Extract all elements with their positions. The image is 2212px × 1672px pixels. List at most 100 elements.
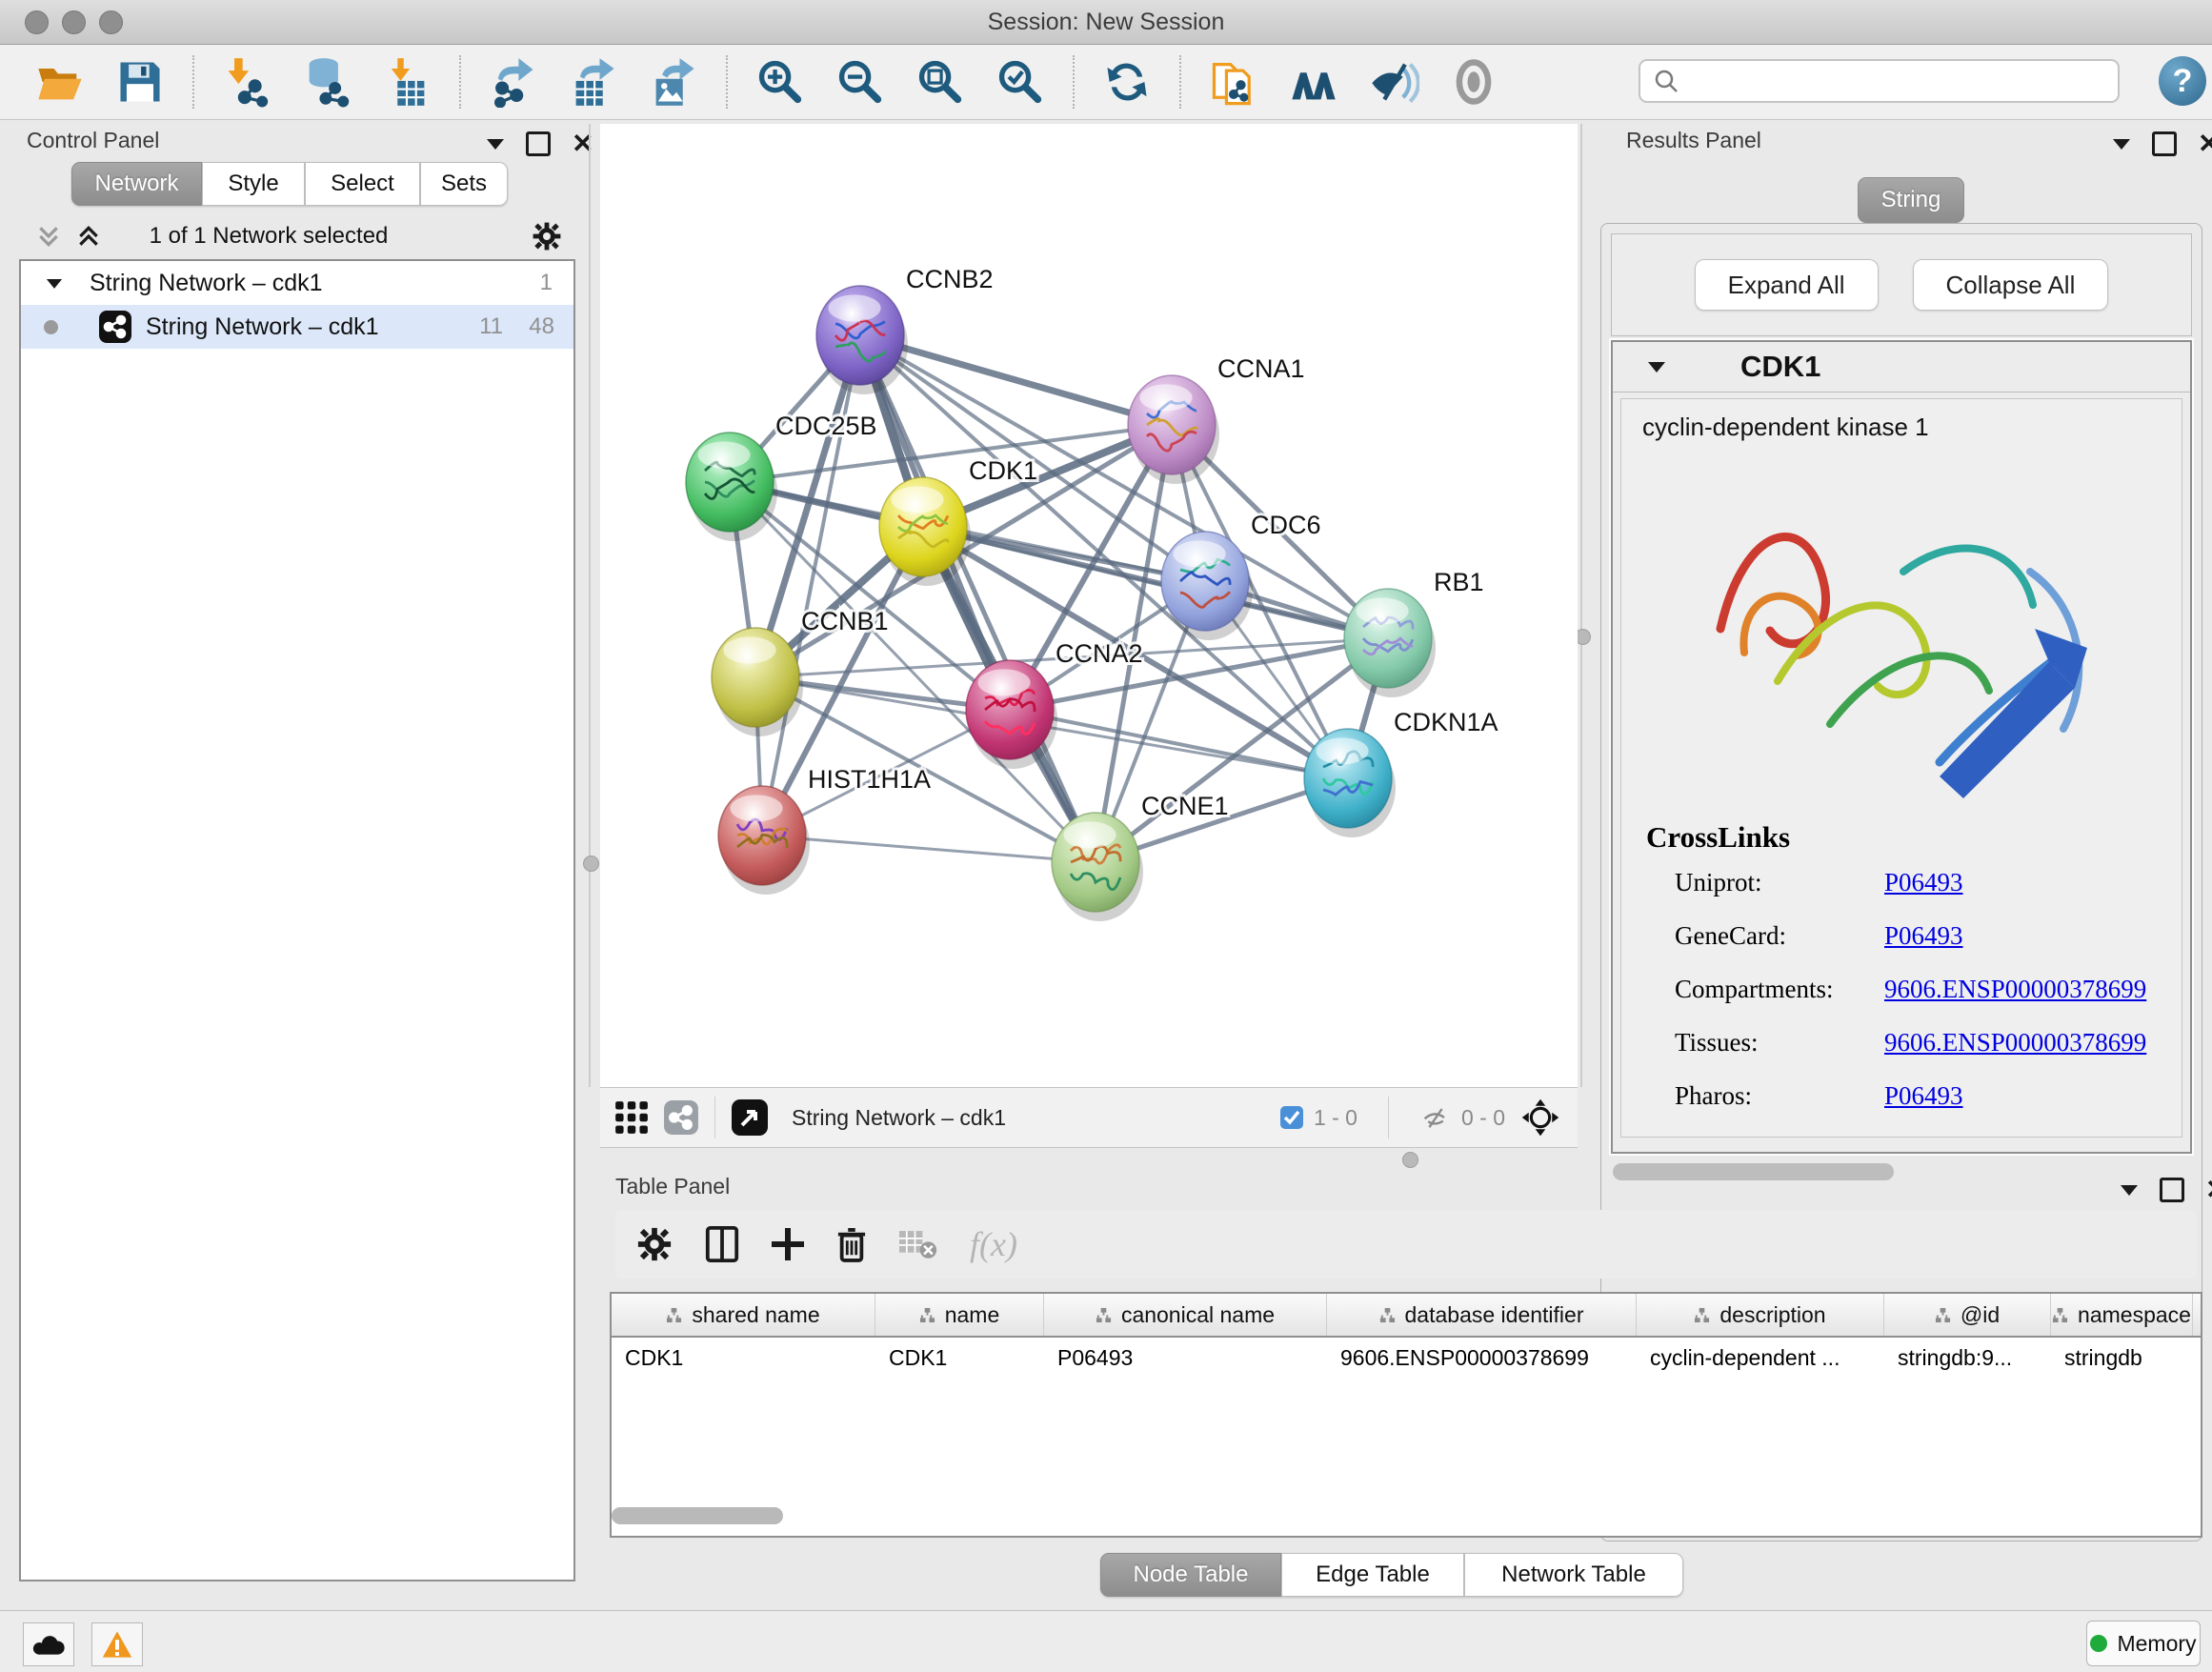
memory-button[interactable]: Memory bbox=[2086, 1621, 2201, 1666]
table-cell[interactable]: CDK1 bbox=[875, 1338, 1044, 1378]
tab-network-table[interactable]: Network Table bbox=[1464, 1553, 1683, 1597]
collapse-all-button[interactable]: Collapse All bbox=[1913, 259, 2109, 311]
network-canvas[interactable]: CCNB2CCNA1CDC25BCDK1CDC6RB1CCNB1CCNA2CDK… bbox=[600, 124, 1578, 1087]
crosslink-link[interactable]: P06493 bbox=[1884, 868, 1963, 897]
tree-expand-icon[interactable] bbox=[46, 277, 63, 290]
table-row[interactable]: CDK1CDK1P064939606.ENSP00000378699cyclin… bbox=[612, 1338, 2201, 1378]
import-network-icon[interactable] bbox=[219, 54, 274, 110]
crosslink-link[interactable]: P06493 bbox=[1884, 1081, 1963, 1111]
node-cdkn1a[interactable]: CDKN1A bbox=[1304, 708, 1498, 837]
detach-view-icon[interactable] bbox=[731, 1098, 769, 1137]
column-header-@id[interactable]: @id bbox=[1884, 1294, 2051, 1336]
toolbar-separator bbox=[1179, 55, 1181, 109]
zoom-in-icon[interactable] bbox=[753, 54, 808, 110]
results-tab-string[interactable]: String bbox=[1858, 177, 1964, 223]
table-cell[interactable]: stringdb:9... bbox=[1884, 1338, 2051, 1378]
tab-sets[interactable]: Sets bbox=[420, 162, 508, 206]
section-collapse-icon[interactable] bbox=[1647, 360, 1666, 373]
protein-structure-image bbox=[1654, 457, 2149, 810]
clone-network-icon[interactable] bbox=[1206, 54, 1261, 110]
fit-selection-crosshair-icon[interactable] bbox=[1520, 1098, 1560, 1138]
table-cell[interactable]: cyclin-dependent ... bbox=[1637, 1338, 1884, 1378]
panel-close-icon[interactable]: ✕ bbox=[2198, 134, 2212, 153]
panel-menu-icon[interactable] bbox=[2112, 137, 2131, 151]
right-splitter[interactable] bbox=[1580, 124, 1582, 1087]
protein-detail-body: cyclin-dependent kinase 1 CrossLinks bbox=[1620, 398, 2182, 1138]
edge-hist1h1a-ccne1[interactable] bbox=[762, 836, 1096, 862]
import-table-icon[interactable] bbox=[379, 54, 434, 110]
window-titlebar: Session: New Session bbox=[0, 0, 2212, 45]
show-all-icon[interactable] bbox=[1446, 54, 1501, 110]
save-session-icon[interactable] bbox=[112, 54, 168, 110]
node-hist1h1a[interactable]: HIST1H1A bbox=[718, 765, 931, 895]
global-search-field[interactable] bbox=[1639, 59, 2120, 103]
expand-all-button[interactable]: Expand All bbox=[1695, 259, 1879, 311]
open-session-icon[interactable] bbox=[32, 54, 88, 110]
tree-options-gear-icon[interactable] bbox=[532, 221, 562, 252]
crosslinks-title: CrossLinks bbox=[1646, 820, 1790, 855]
network-collection-row[interactable]: String Network – cdk1 1 bbox=[21, 261, 573, 305]
zoom-selected-icon[interactable] bbox=[993, 54, 1048, 110]
edge-ccnb2-hist1h1a[interactable] bbox=[762, 335, 860, 836]
table-options-gear-icon[interactable] bbox=[636, 1226, 673, 1262]
add-column-icon[interactable] bbox=[772, 1226, 804, 1262]
network-status-dot bbox=[44, 320, 58, 334]
left-splitter-handle[interactable] bbox=[583, 856, 599, 872]
tab-edge-table[interactable]: Edge Table bbox=[1281, 1553, 1464, 1597]
table-cell[interactable]: 9606.ENSP00000378699 bbox=[1327, 1338, 1637, 1378]
control-panel-window-icons: ✕ bbox=[486, 131, 593, 156]
search-network-icon[interactable] bbox=[1286, 54, 1341, 110]
refresh-icon[interactable] bbox=[1099, 54, 1155, 110]
tab-network[interactable]: Network bbox=[71, 162, 202, 206]
column-header-namespace[interactable]: namespace bbox=[2051, 1294, 2193, 1336]
column-header-database-identifier[interactable]: database identifier bbox=[1327, 1294, 1637, 1336]
panel-float-icon[interactable] bbox=[2160, 1178, 2184, 1202]
search-input[interactable] bbox=[1680, 68, 2084, 94]
panel-menu-icon[interactable] bbox=[486, 137, 505, 151]
cloud-status-button[interactable] bbox=[23, 1622, 74, 1666]
edge-ccna2-cdkn1a[interactable] bbox=[1010, 710, 1348, 778]
delete-column-trash-icon[interactable] bbox=[836, 1226, 867, 1262]
results-actions: Expand All Collapse All bbox=[1611, 233, 2192, 336]
tab-select[interactable]: Select bbox=[305, 162, 420, 206]
tab-style[interactable]: Style bbox=[202, 162, 305, 206]
warning-status-button[interactable] bbox=[91, 1622, 143, 1666]
network-view-icon[interactable] bbox=[663, 1099, 699, 1136]
column-header-description[interactable]: description bbox=[1637, 1294, 1884, 1336]
column-header-canonical-name[interactable]: canonical name bbox=[1044, 1294, 1327, 1336]
crosslink-row: Uniprot:P06493 bbox=[1675, 868, 1963, 897]
table-horizontal-scrollbar[interactable] bbox=[612, 1507, 783, 1524]
column-header-shared-name[interactable]: shared name bbox=[612, 1294, 875, 1336]
node-ccne1[interactable]: CCNE1 bbox=[1052, 792, 1229, 921]
zoom-fit-icon[interactable] bbox=[913, 54, 968, 110]
table-cell[interactable]: P06493 bbox=[1044, 1338, 1327, 1378]
checkbox-icon[interactable] bbox=[1279, 1105, 1304, 1130]
import-database-icon[interactable] bbox=[299, 54, 354, 110]
node-ccna1[interactable]: CCNA1 bbox=[1128, 354, 1305, 484]
column-header-name[interactable]: name bbox=[875, 1294, 1044, 1336]
panel-menu-icon[interactable] bbox=[2120, 1183, 2139, 1197]
help-icon[interactable]: ? bbox=[2159, 56, 2206, 106]
panel-float-icon[interactable] bbox=[2152, 131, 2177, 156]
left-splitter[interactable] bbox=[589, 124, 591, 1087]
protein-card-header[interactable]: CDK1 bbox=[1613, 342, 2190, 393]
panel-float-icon[interactable] bbox=[526, 131, 551, 156]
export-image-icon[interactable] bbox=[646, 54, 701, 110]
table-panel-tabs: Node TableEdge TableNetwork Table bbox=[1100, 1553, 1683, 1597]
tab-node-table[interactable]: Node Table bbox=[1100, 1553, 1281, 1597]
node-rb1[interactable]: RB1 bbox=[1344, 568, 1484, 697]
grid-view-icon[interactable] bbox=[613, 1099, 650, 1136]
export-table-icon[interactable] bbox=[566, 54, 621, 110]
node-cdc6[interactable]: CDC6 bbox=[1161, 511, 1321, 640]
hide-selected-icon[interactable] bbox=[1366, 54, 1421, 110]
crosslink-link[interactable]: 9606.ENSP00000378699 bbox=[1884, 1028, 2146, 1058]
panel-close-icon[interactable]: ✕ bbox=[2205, 1180, 2212, 1199]
export-network-icon[interactable] bbox=[486, 54, 541, 110]
zoom-out-icon[interactable] bbox=[833, 54, 888, 110]
crosslink-link[interactable]: 9606.ENSP00000378699 bbox=[1884, 975, 2146, 1004]
table-cell[interactable]: stringdb bbox=[2051, 1338, 2193, 1378]
show-columns-icon[interactable] bbox=[705, 1226, 739, 1262]
table-cell[interactable]: CDK1 bbox=[612, 1338, 875, 1378]
network-row[interactable]: String Network – cdk1 11 48 bbox=[21, 305, 573, 349]
crosslink-link[interactable]: P06493 bbox=[1884, 921, 1963, 951]
